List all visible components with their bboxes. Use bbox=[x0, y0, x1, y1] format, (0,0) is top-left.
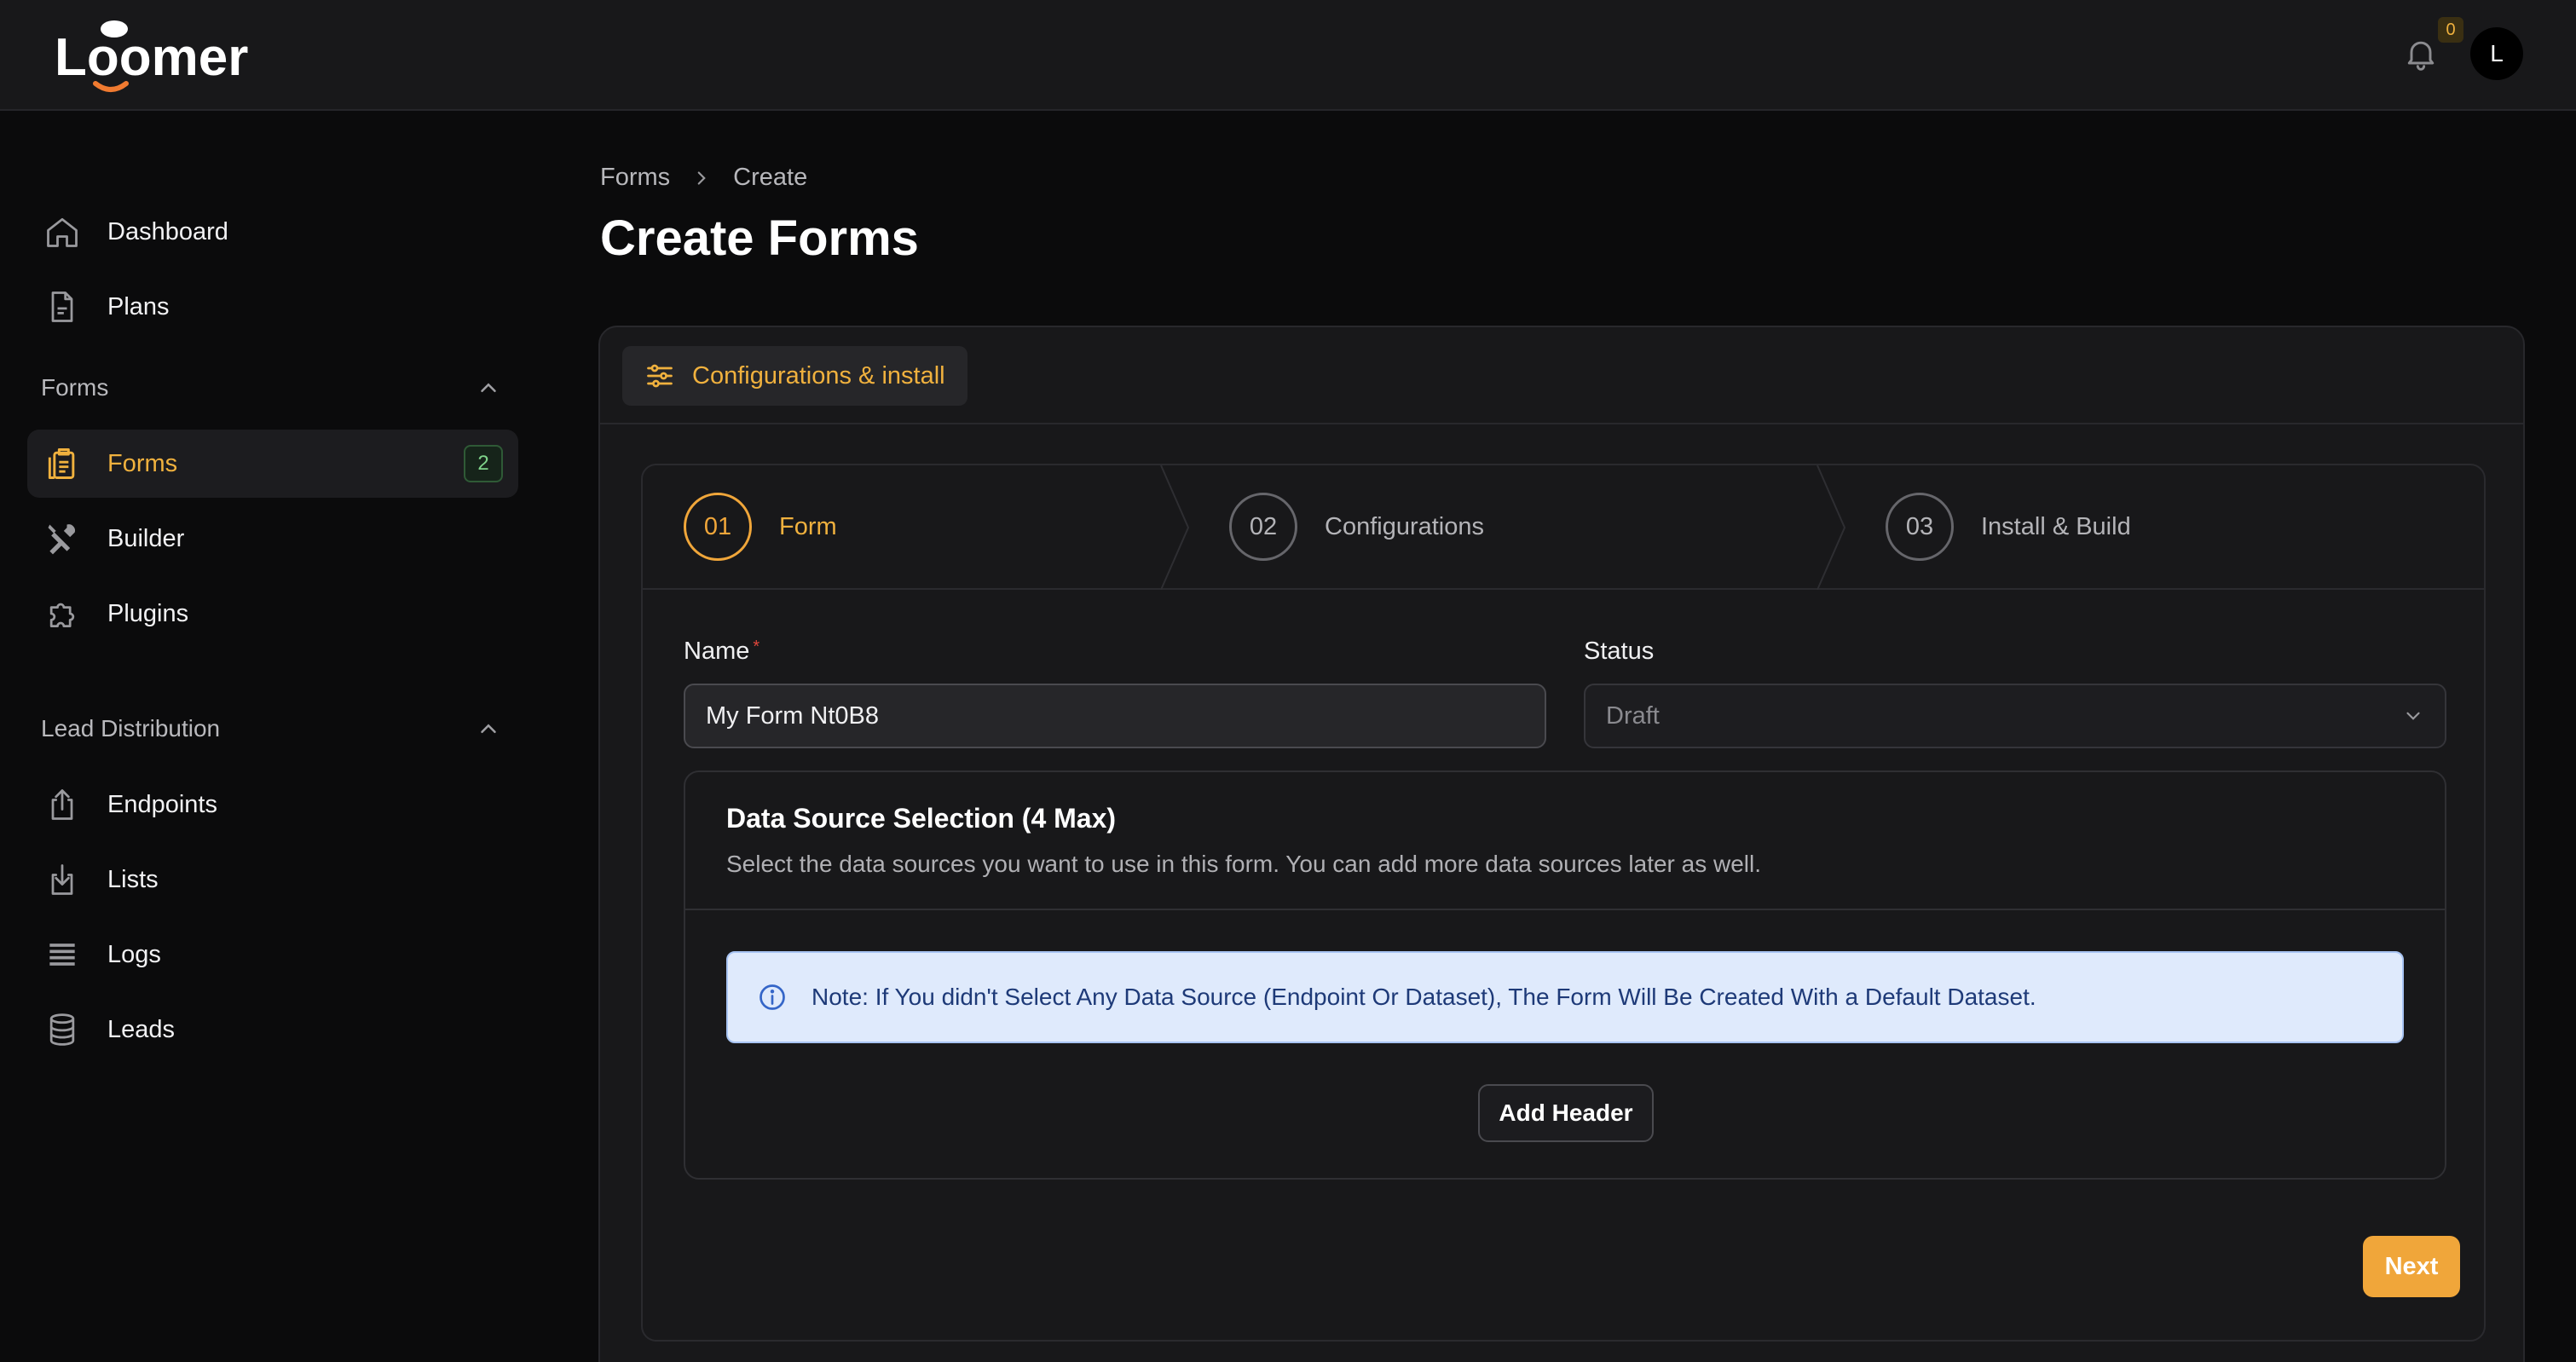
top-bar: Loomer 0 L bbox=[0, 0, 2576, 111]
document-icon bbox=[27, 273, 92, 341]
tab-configurations-install[interactable]: Configurations & install bbox=[622, 346, 967, 406]
default-dataset-note: Note: If You didn't Select Any Data Sour… bbox=[726, 951, 2404, 1043]
user-avatar[interactable]: L bbox=[2470, 27, 2523, 80]
sidebar-item-label: Dashboard bbox=[107, 217, 228, 245]
breadcrumb-forms-link[interactable]: Forms bbox=[600, 164, 670, 192]
note-text: Note: If You didn't Select Any Data Sour… bbox=[811, 984, 2036, 1010]
home-icon bbox=[27, 198, 92, 266]
wizard-steps: 01 Form 02 Configurations 03 Install & B… bbox=[643, 465, 2484, 590]
forms-count-badge: 2 bbox=[464, 445, 503, 482]
data-source-description: Select the data sources you want to use … bbox=[726, 851, 1762, 877]
next-button[interactable]: Next bbox=[2363, 1236, 2460, 1297]
sidebar-item-label: Endpoints bbox=[107, 790, 217, 818]
chevron-down-icon bbox=[2406, 712, 2420, 720]
sidebar-item-leads[interactable]: Leads bbox=[27, 996, 518, 1064]
step-label: Form bbox=[779, 512, 837, 540]
step-label: Install & Build bbox=[1981, 512, 2131, 540]
sidebar-item-endpoints[interactable]: Endpoints bbox=[27, 770, 518, 839]
step-number: 03 bbox=[1886, 493, 1954, 561]
breadcrumb: Forms Create bbox=[600, 164, 807, 192]
list-icon bbox=[27, 921, 92, 989]
notification-count-badge: 0 bbox=[2438, 17, 2463, 43]
page-title: Create Forms bbox=[600, 211, 919, 266]
step-divider-chevron bbox=[1160, 465, 1190, 590]
sidebar-item-dashboard[interactable]: Dashboard bbox=[27, 198, 518, 266]
sidebar-item-lists[interactable]: Lists bbox=[27, 845, 518, 914]
notification-bell-icon[interactable] bbox=[2402, 34, 2440, 73]
database-icon bbox=[27, 996, 92, 1064]
step-form[interactable]: 01 Form bbox=[684, 493, 837, 561]
sidebar-item-label: Leads bbox=[107, 1015, 176, 1043]
data-source-section: Data Source Selection (4 Max) Select the… bbox=[684, 770, 2446, 1180]
clipboard-icon bbox=[27, 430, 92, 498]
status-select-value: Draft bbox=[1606, 701, 1660, 730]
create-form-card: Configurations & install 01 Form 02 Conf… bbox=[598, 326, 2525, 1362]
step-label: Configurations bbox=[1325, 512, 1484, 540]
sidebar-item-label: Builder bbox=[107, 524, 185, 552]
status-label: Status bbox=[1584, 638, 1655, 665]
name-label-text: Name bbox=[684, 638, 750, 665]
breadcrumb-current: Create bbox=[733, 164, 808, 191]
download-icon bbox=[27, 845, 92, 914]
sidebar-group-lead-distribution-header[interactable]: Lead Distribution bbox=[41, 707, 501, 750]
tools-icon bbox=[27, 505, 92, 573]
data-source-header: Data Source Selection (4 Max) Select the… bbox=[685, 772, 2445, 910]
sidebar-item-logs[interactable]: Logs bbox=[27, 921, 518, 989]
sidebar-item-label: Plugins bbox=[107, 599, 189, 627]
chevron-right-icon bbox=[697, 170, 706, 185]
sidebar-item-plugins[interactable]: Plugins bbox=[27, 580, 518, 648]
form-name-input[interactable] bbox=[684, 684, 1546, 748]
sidebar-group-title: Lead Distribution bbox=[41, 715, 221, 742]
step-divider-chevron bbox=[1816, 465, 1846, 590]
step-configurations[interactable]: 02 Configurations bbox=[1229, 493, 1484, 561]
info-icon bbox=[760, 984, 785, 1010]
sliders-icon bbox=[647, 364, 673, 388]
data-source-title: Data Source Selection (4 Max) bbox=[726, 803, 1117, 834]
add-header-button[interactable]: Add Header bbox=[1478, 1084, 1654, 1142]
name-label: Name * bbox=[684, 638, 760, 666]
form-wizard: 01 Form 02 Configurations 03 Install & B… bbox=[641, 464, 2486, 1342]
svg-text:Loomer: Loomer bbox=[55, 28, 248, 87]
required-mark: * bbox=[753, 638, 760, 656]
step-number: 01 bbox=[684, 493, 752, 561]
upload-icon bbox=[27, 770, 92, 839]
sidebar-group-forms-header[interactable]: Forms bbox=[41, 366, 501, 409]
status-select[interactable]: Draft bbox=[1584, 684, 2446, 748]
sidebar-item-label: Plans bbox=[107, 292, 170, 320]
step-number: 02 bbox=[1229, 493, 1297, 561]
card-tabs: Configurations & install bbox=[600, 327, 2523, 424]
tab-label: Configurations & install bbox=[692, 361, 945, 390]
sidebar-item-label: Logs bbox=[107, 940, 161, 968]
loomer-logo[interactable]: Loomer bbox=[53, 17, 266, 94]
chevron-up-icon bbox=[481, 383, 496, 392]
sidebar-item-label: Forms bbox=[107, 449, 178, 477]
sidebar-item-label: Lists bbox=[107, 865, 159, 893]
sidebar-item-builder[interactable]: Builder bbox=[27, 505, 518, 573]
sidebar-item-plans[interactable]: Plans bbox=[27, 273, 518, 341]
sidebar-group-title: Forms bbox=[41, 374, 109, 401]
chevron-up-icon bbox=[481, 724, 496, 733]
sidebar-item-forms[interactable]: Forms 2 bbox=[27, 430, 518, 498]
step-install-build[interactable]: 03 Install & Build bbox=[1886, 493, 2131, 561]
puzzle-icon bbox=[27, 580, 92, 648]
sidebar: Dashboard Plans Forms Forms 2 Builder Pl… bbox=[0, 113, 535, 1362]
